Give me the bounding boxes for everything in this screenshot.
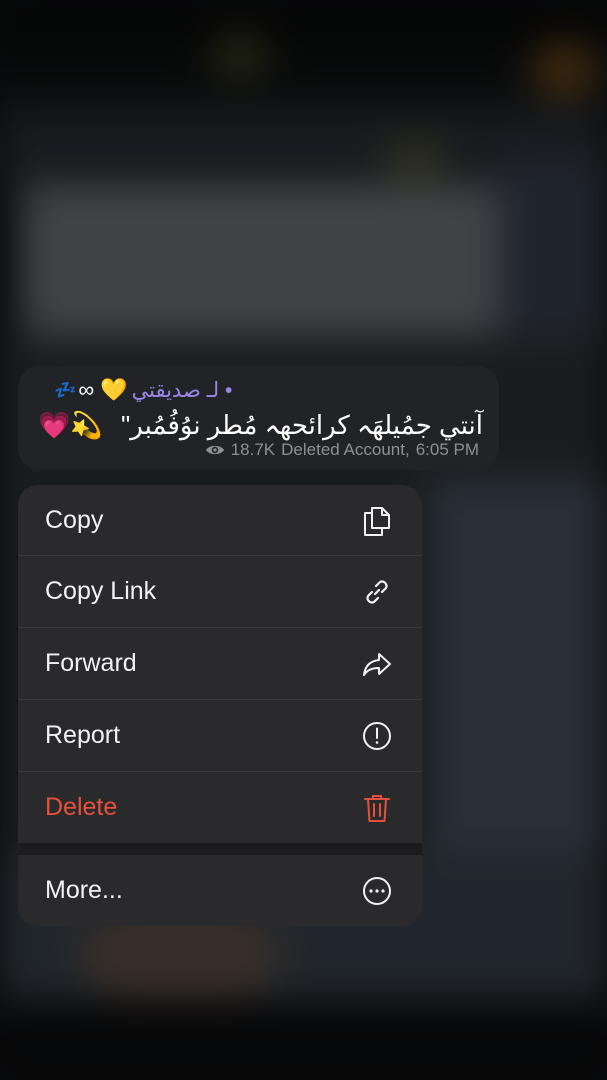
menu-item-label: Copy (45, 506, 104, 534)
context-menu: Copy Copy Link Forward Report Delete Mor… (18, 485, 422, 926)
menu-item-label: Report (45, 721, 121, 749)
more-icon (363, 876, 391, 905)
menu-item-more[interactable]: More... (18, 855, 422, 926)
message-emojis: 💗💫 (38, 410, 103, 440)
signature-emojis: ∞ 💛 (78, 377, 128, 402)
view-count: 18.7K (230, 440, 276, 459)
report-icon (363, 721, 391, 750)
eye-icon (205, 445, 224, 455)
copy-icon (364, 506, 390, 536)
message-text: آنتي جمُيلهَہ كرائحهہ مُطر نوُفُمُبر" (121, 409, 483, 440)
menu-item-label: Delete (45, 793, 118, 821)
screen: 💤 ∞ 💛 • لـ صديقتي 💗💫 آنتي جمُيلهَہ كرائح… (0, 0, 607, 1080)
message-bubble[interactable]: 💤 ∞ 💛 • لـ صديقتي 💗💫 آنتي جمُيلهَہ كرائح… (18, 366, 499, 470)
zzz-emoji: 💤 (54, 380, 76, 400)
message-time: 6:05 PM (415, 440, 479, 459)
link-icon (366, 579, 388, 604)
message-signature: • لـ صديقتي (131, 378, 233, 402)
trash-icon (364, 794, 390, 822)
menu-item-copy[interactable]: Copy (18, 485, 422, 556)
menu-item-delete[interactable]: Delete (18, 772, 422, 843)
menu-item-label: More... (45, 876, 123, 904)
message-meta: 18.7K Deleted Account, 6:05 PM (205, 440, 479, 460)
menu-item-label: Forward (45, 649, 137, 677)
forward-icon (363, 652, 391, 676)
menu-group-separator (18, 843, 422, 855)
menu-item-report[interactable]: Report (18, 700, 422, 771)
menu-item-copy-link[interactable]: Copy Link (18, 556, 422, 627)
message-author: Deleted Account, (281, 440, 410, 459)
message-text-line: 💗💫 آنتي جمُيلهَہ كرائحهہ مُطر نوُفُمُبر" (38, 406, 483, 444)
message-signature-line: 💤 ∞ 💛 • لـ صديقتي (54, 374, 232, 406)
menu-item-forward[interactable]: Forward (18, 628, 422, 699)
menu-item-label: Copy Link (45, 577, 157, 605)
